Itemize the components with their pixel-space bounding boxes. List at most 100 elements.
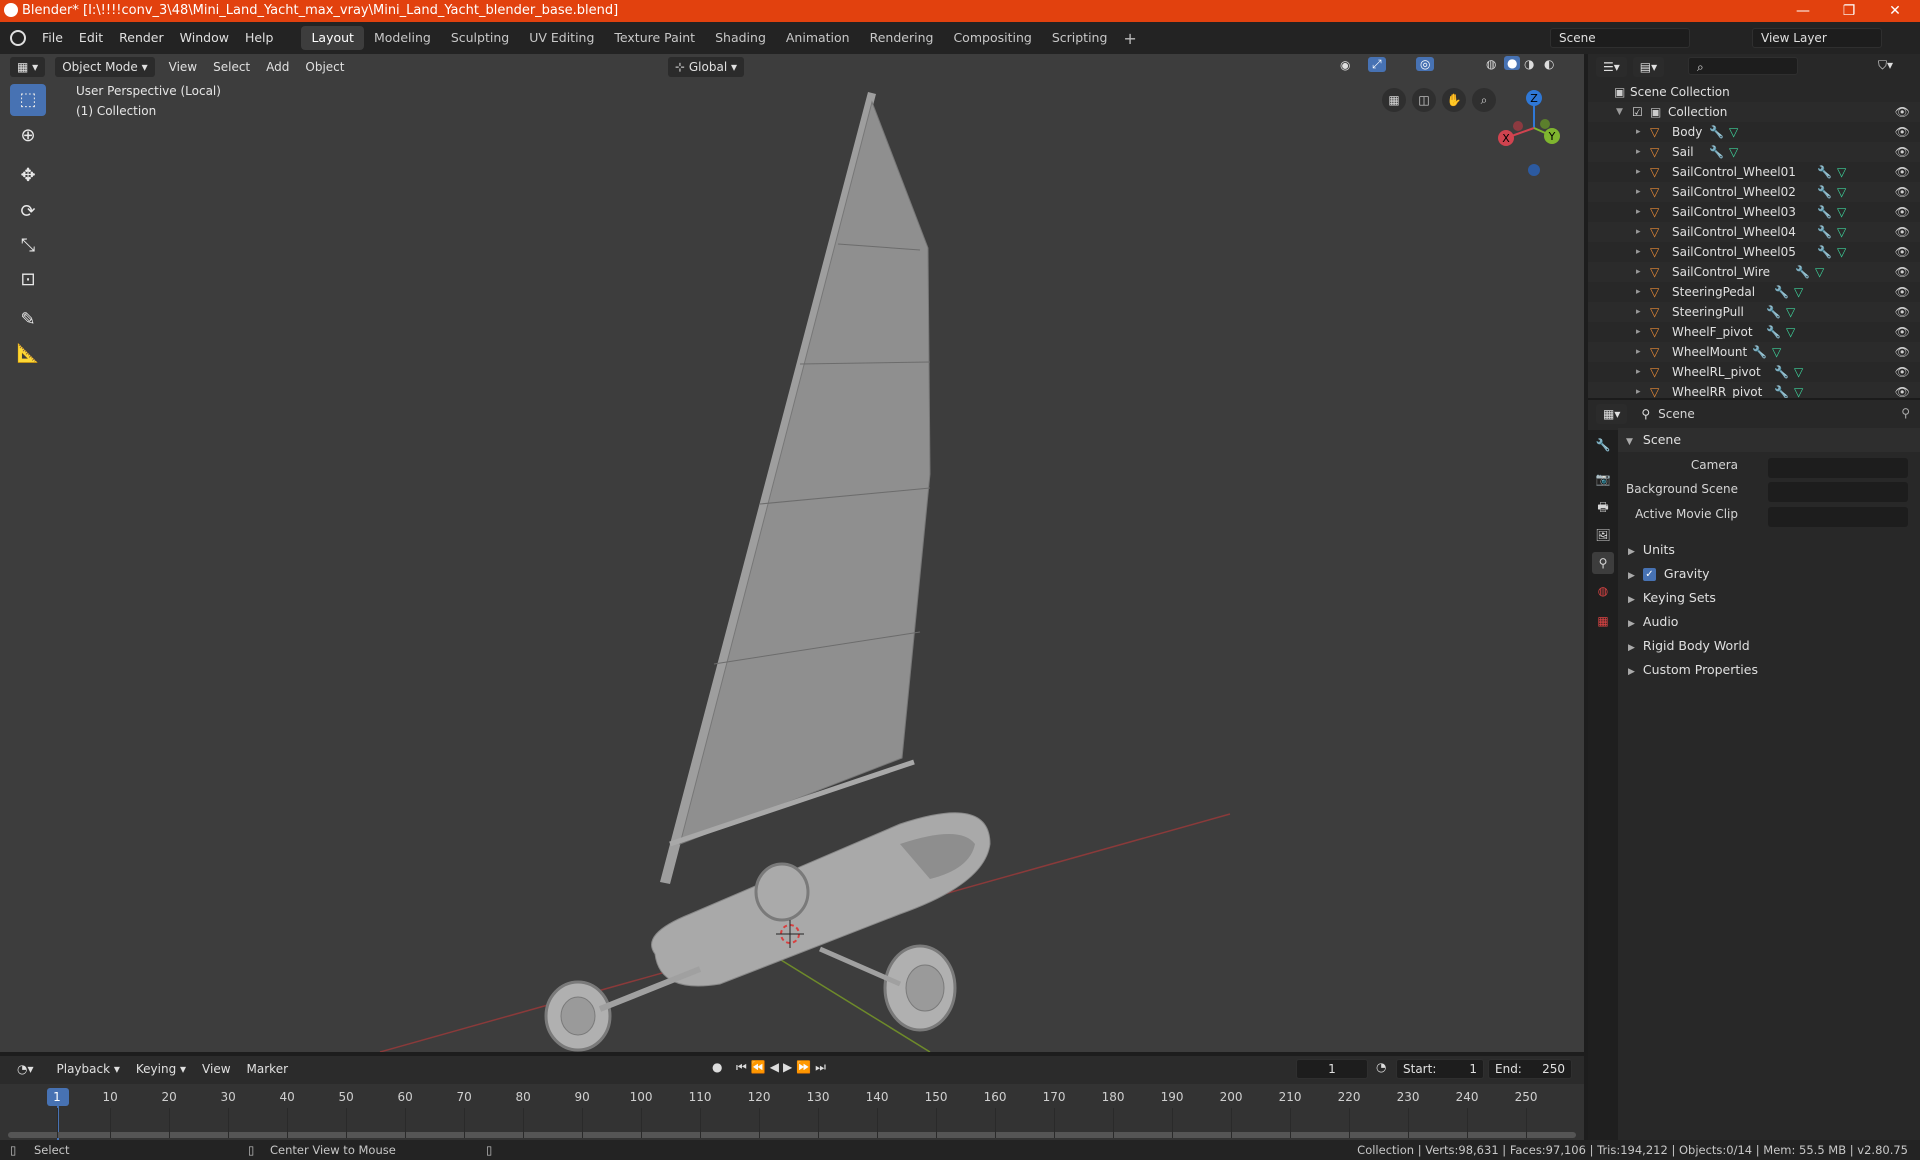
subpanel-gravity[interactable]: ▶ ✓ Gravity: [1618, 562, 1920, 586]
outliner-item-body[interactable]: ▸ ▽ Body 🔧 ▽ 👁: [1588, 122, 1920, 142]
background-scene-field[interactable]: [1768, 482, 1908, 502]
display-mode-icon[interactable]: ▤▾: [1632, 57, 1665, 77]
expand-arrow-icon[interactable]: ▸: [1636, 242, 1641, 262]
expand-arrow-icon[interactable]: ▸: [1636, 262, 1641, 282]
checkbox-icon[interactable]: ☑: [1632, 102, 1643, 122]
visibility-eye-icon[interactable]: 👁: [1895, 242, 1910, 262]
tab-sculpting[interactable]: Sculpting: [441, 26, 519, 50]
view-layer-selector[interactable]: View Layer: [1752, 28, 1882, 48]
expand-arrow-icon[interactable]: ▼: [1616, 102, 1623, 122]
modifier-wrench-icon[interactable]: 🔧: [1752, 342, 1767, 362]
modifier-wrench-icon[interactable]: 🔧: [1766, 322, 1781, 342]
visibility-eye-icon[interactable]: 👁: [1895, 342, 1910, 362]
timeline-menu-marker[interactable]: Marker: [239, 1056, 296, 1082]
world-tab-icon[interactable]: ◍: [1592, 580, 1614, 602]
expand-arrow-icon[interactable]: ▸: [1636, 342, 1641, 362]
visibility-eye-icon[interactable]: 👁: [1895, 222, 1910, 242]
outliner-item-wheelmount[interactable]: ▸ ▽ WheelMount 🔧 ▽ 👁: [1588, 342, 1920, 362]
mesh-data-icon[interactable]: ▽: [1729, 142, 1738, 162]
modifier-wrench-icon[interactable]: 🔧: [1795, 262, 1810, 282]
mesh-data-icon[interactable]: ▽: [1794, 282, 1803, 302]
mesh-data-icon[interactable]: ▽: [1772, 342, 1781, 362]
outliner-editor-icon[interactable]: ☰▾: [1596, 57, 1627, 77]
minimize-button[interactable]: —: [1780, 0, 1826, 22]
gravity-checkbox[interactable]: ✓: [1642, 568, 1656, 581]
preview-range-icon[interactable]: ◔: [1376, 1060, 1386, 1074]
close-button[interactable]: ✕: [1872, 0, 1918, 22]
texture-tab-icon[interactable]: ▦: [1592, 610, 1614, 632]
outliner-item-steeringpedal[interactable]: ▸ ▽ SteeringPedal 🔧 ▽ 👁: [1588, 282, 1920, 302]
expand-arrow-icon[interactable]: ▸: [1636, 302, 1641, 322]
modifier-wrench-icon[interactable]: 🔧: [1817, 182, 1832, 202]
mesh-data-icon[interactable]: ▽: [1794, 362, 1803, 382]
record-icon[interactable]: ●: [712, 1060, 722, 1074]
render-tab-icon[interactable]: 📷: [1592, 468, 1614, 490]
visibility-eye-icon[interactable]: 👁: [1895, 162, 1910, 182]
modifier-wrench-icon[interactable]: 🔧: [1766, 302, 1781, 322]
expand-arrow-icon[interactable]: ▸: [1636, 142, 1641, 162]
timeline-editor-icon[interactable]: ◔▾: [10, 1059, 41, 1079]
expand-arrow-icon[interactable]: ▸: [1636, 322, 1641, 342]
visibility-eye-icon[interactable]: 👁: [1895, 182, 1910, 202]
subpanel-custom-properties[interactable]: ▶ Custom Properties: [1618, 658, 1920, 682]
modifier-wrench-icon[interactable]: 🔧: [1774, 362, 1789, 382]
outliner-item-sailcontrol_wheel01[interactable]: ▸ ▽ SailControl_Wheel01 🔧 ▽ 👁: [1588, 162, 1920, 182]
visibility-eye-icon[interactable]: 👁: [1895, 322, 1910, 342]
timeline-ruler[interactable]: 1 10 20 30 40 50 60 70 80 90 100 110 120 130 140 150 160…: [0, 1084, 1584, 1144]
modifier-wrench-icon[interactable]: 🔧: [1817, 222, 1832, 242]
timeline-menu-view[interactable]: View: [194, 1056, 238, 1082]
timeline-scrollbar[interactable]: [8, 1132, 1576, 1138]
outliner-item-wheelf_pivot[interactable]: ▸ ▽ WheelF_pivot 🔧 ▽ 👁: [1588, 322, 1920, 342]
menu-render[interactable]: Render: [111, 22, 172, 54]
expand-arrow-icon[interactable]: ▸: [1636, 222, 1641, 242]
expand-arrow-icon[interactable]: ▸: [1636, 162, 1641, 182]
mesh-data-icon[interactable]: ▽: [1786, 302, 1795, 322]
tab-modeling[interactable]: Modeling: [364, 26, 441, 50]
tab-scripting[interactable]: Scripting: [1042, 26, 1118, 50]
outliner-item-steeringpull[interactable]: ▸ ▽ SteeringPull 🔧 ▽ 👁: [1588, 302, 1920, 322]
mesh-data-icon[interactable]: ▽: [1837, 202, 1846, 222]
timeline-menu-keying[interactable]: Keying ▾: [128, 1056, 194, 1082]
tab-uv-editing[interactable]: UV Editing: [519, 26, 604, 50]
playback-controls[interactable]: ⏮⏪◀▶⏩⏭: [736, 1060, 830, 1075]
menu-help[interactable]: Help: [237, 22, 282, 54]
visibility-eye-icon[interactable]: 👁: [1895, 302, 1910, 322]
subpanel-keying-sets[interactable]: ▶ Keying Sets: [1618, 586, 1920, 610]
modifier-wrench-icon[interactable]: 🔧: [1817, 162, 1832, 182]
mesh-data-icon[interactable]: ▽: [1837, 242, 1846, 262]
modifier-wrench-icon[interactable]: 🔧: [1817, 242, 1832, 262]
visibility-eye-icon[interactable]: 👁: [1895, 102, 1910, 122]
output-tab-icon[interactable]: 🖶: [1592, 496, 1614, 518]
expand-arrow-icon[interactable]: ▸: [1636, 202, 1641, 222]
current-frame-field[interactable]: 1: [1296, 1059, 1368, 1079]
subpanel-rigid-body-world[interactable]: ▶ Rigid Body World: [1618, 634, 1920, 658]
outliner-item-sail[interactable]: ▸ ▽ Sail 🔧 ▽ 👁: [1588, 142, 1920, 162]
tab-layout[interactable]: Layout: [301, 26, 364, 50]
mesh-data-icon[interactable]: ▽: [1729, 122, 1738, 142]
scene-panel-header[interactable]: ▼ Scene: [1618, 428, 1920, 452]
view-layer-tab-icon[interactable]: 🖼: [1592, 524, 1614, 546]
outliner-item-wheelrl_pivot[interactable]: ▸ ▽ WheelRL_pivot 🔧 ▽ 👁: [1588, 362, 1920, 382]
visibility-eye-icon[interactable]: 👁: [1895, 282, 1910, 302]
subpanel-audio[interactable]: ▶ Audio: [1618, 610, 1920, 634]
tab-texture-paint[interactable]: Texture Paint: [604, 26, 705, 50]
mesh-data-icon[interactable]: ▽: [1837, 162, 1846, 182]
properties-editor-icon[interactable]: ▦▾: [1596, 404, 1628, 424]
outliner-search-input[interactable]: ⌕: [1688, 57, 1798, 75]
outliner-scene-collection[interactable]: ▣ Scene Collection: [1588, 82, 1920, 102]
end-frame-field[interactable]: End: 250: [1488, 1059, 1572, 1079]
tab-shading[interactable]: Shading: [705, 26, 776, 50]
outliner-item-sailcontrol_wire[interactable]: ▸ ▽ SailControl_Wire 🔧 ▽ 👁: [1588, 262, 1920, 282]
visibility-eye-icon[interactable]: 👁: [1895, 362, 1910, 382]
menu-window[interactable]: Window: [172, 22, 237, 54]
add-workspace-icon[interactable]: +: [1123, 29, 1136, 48]
subpanel-units[interactable]: ▶ Units: [1618, 538, 1920, 562]
mesh-data-icon[interactable]: ▽: [1815, 262, 1824, 282]
tool-tab-icon[interactable]: 🔧: [1592, 434, 1614, 456]
expand-arrow-icon[interactable]: ▸: [1636, 362, 1641, 382]
outliner-item-sailcontrol_wheel03[interactable]: ▸ ▽ SailControl_Wheel03 🔧 ▽ 👁: [1588, 202, 1920, 222]
start-frame-field[interactable]: Start: 1: [1396, 1059, 1484, 1079]
modifier-wrench-icon[interactable]: 🔧: [1774, 282, 1789, 302]
mesh-data-icon[interactable]: ▽: [1786, 322, 1795, 342]
mesh-data-icon[interactable]: ▽: [1837, 182, 1846, 202]
